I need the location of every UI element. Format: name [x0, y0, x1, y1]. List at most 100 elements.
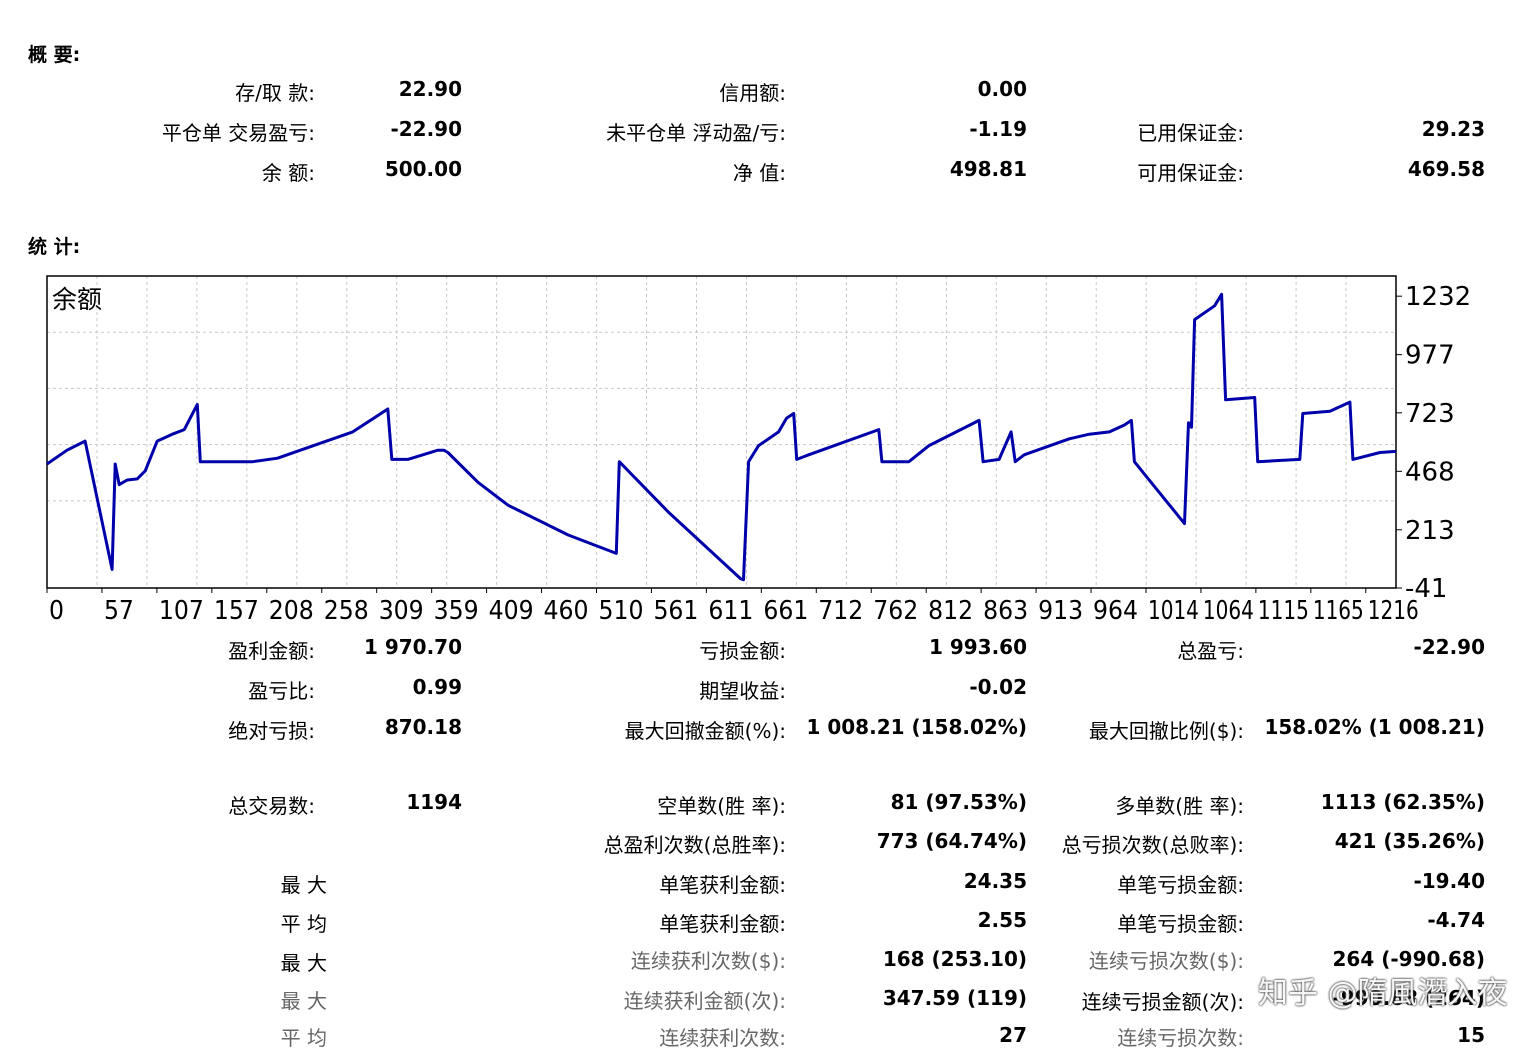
total-trades-label: 总交易数:: [228, 794, 315, 818]
x-tick-label: 510: [598, 596, 643, 620]
loss-trades-value: 421 (35.26%): [1334, 829, 1485, 853]
x-tick-label: 561: [653, 596, 698, 620]
gross-loss-label: 亏损金额:: [699, 639, 786, 663]
total-pnl-label: 总盈亏:: [1177, 639, 1244, 663]
x-tick-label: 762: [873, 596, 918, 620]
max-consecutive-wins-label: 连续获利次数($):: [630, 949, 786, 973]
chart-title: 余额: [52, 285, 102, 314]
summary-title: 概 要:: [28, 44, 81, 66]
deposit-label: 存/取 款:: [235, 81, 315, 105]
max-drawdown-value: 1 008.21 (158.02%): [806, 715, 1027, 739]
max-consecutive-wins-value: 168 (253.10): [882, 947, 1027, 971]
average-profit-trade-value: 2.55: [977, 908, 1027, 932]
y-tick-label: 468: [1405, 457, 1455, 487]
y-tick-label: 723: [1405, 399, 1455, 429]
x-tick-label: 460: [544, 596, 589, 620]
closed-pnl-value: -22.90: [390, 117, 462, 141]
largest-loss-trade-label: 单笔亏损金额:: [1117, 873, 1244, 897]
profit-trades-label: 总盈利次数(总胜率):: [603, 833, 786, 857]
x-tick-label: 359: [434, 596, 479, 620]
average-loss-trade-label: 单笔亏损金额:: [1117, 912, 1244, 936]
x-tick-label: 964: [1093, 596, 1138, 620]
balance-label: 余 额:: [261, 161, 315, 185]
x-tick-label: 1064: [1203, 596, 1254, 620]
x-tick-label: 309: [379, 596, 424, 620]
equity-label: 净 值:: [732, 161, 786, 185]
watermark: 知乎 @隋風潛入夜: [1258, 976, 1508, 1011]
x-tick-label: 1115: [1258, 596, 1309, 620]
profit-trades-value: 773 (64.74%): [876, 829, 1027, 853]
x-tick-label: 208: [269, 596, 314, 620]
x-tick-label: 661: [763, 596, 808, 620]
total-pnl-value: -22.90: [1413, 635, 1485, 659]
average-consecutive-losses-value: 15: [1457, 1023, 1485, 1047]
y-axis: -412134687239771232: [1396, 282, 1471, 604]
max-consecutive-losses-label: 连续亏损次数($):: [1088, 949, 1244, 973]
x-tick-label: 1216: [1368, 596, 1419, 620]
average-consecutive-wins-label: 连续获利次数:: [659, 1026, 786, 1050]
max-consecutive-amount-side-label: 最 大: [280, 989, 327, 1013]
gross-profit-value: 1 970.70: [363, 635, 462, 659]
y-tick-label: 213: [1405, 516, 1455, 546]
balance-series-line: [46, 292, 1397, 582]
x-tick-label: 812: [928, 596, 973, 620]
short-positions-value: 81 (97.53%): [890, 790, 1027, 814]
stats-title: 统 计:: [28, 236, 81, 258]
gross-loss-value: 1 993.60: [928, 635, 1027, 659]
y-tick-label: 977: [1405, 341, 1455, 371]
used-margin-value: 29.23: [1421, 117, 1485, 141]
largest-side-label: 最 大: [280, 873, 327, 897]
x-tick-label: 258: [324, 596, 369, 620]
largest-profit-trade-label: 单笔获利金额:: [659, 873, 786, 897]
x-tick-label: 611: [708, 596, 753, 620]
x-tick-label: 712: [818, 596, 863, 620]
balance-chart: 余额 -41 213 468 723 977 1232 0 57 107 157 208 258 30…: [0, 270, 1533, 626]
total-trades-value: 1194: [406, 790, 462, 814]
credit-value: 0.00: [977, 77, 1027, 101]
loss-trades-label: 总亏损次数(总败率):: [1061, 833, 1244, 857]
y-tick-label: 1232: [1405, 282, 1471, 312]
long-positions-value: 1113 (62.35%): [1320, 790, 1485, 814]
x-tick-label: 157: [214, 596, 259, 620]
equity-value: 498.81: [949, 157, 1027, 181]
x-tick-label: 0: [49, 596, 64, 620]
x-tick-label: 1165: [1313, 596, 1364, 620]
x-tick-label: 107: [159, 596, 204, 620]
relative-drawdown-value: 158.02% (1 008.21): [1264, 715, 1485, 739]
profit-factor-value: 0.99: [412, 675, 462, 699]
absolute-drawdown-value: 870.18: [384, 715, 462, 739]
closed-pnl-label: 平仓单 交易盈亏:: [161, 121, 315, 145]
x-tick-label: 913: [1038, 596, 1083, 620]
x-tick-label: 863: [983, 596, 1028, 620]
average-loss-trade-value: -4.74: [1427, 908, 1485, 932]
long-positions-label: 多单数(胜 率):: [1115, 794, 1244, 818]
relative-drawdown-label: 最大回撤比例($):: [1088, 719, 1244, 743]
x-axis: 0 57 107 157 208 258 309 359 409 460 510 561 611 661 7…: [46, 588, 1419, 626]
floating-pnl-value: -1.19: [969, 117, 1027, 141]
balance-chart-svg: 余额 -412134687239771232 0 57 107 157 208 258 30…: [46, 275, 1471, 626]
largest-loss-trade-value: -19.40: [1413, 869, 1485, 893]
balance-value: 500.00: [384, 157, 462, 181]
max-drawdown-label: 最大回撤金额(%):: [624, 719, 786, 743]
average-consecutive-side-label: 平 均: [280, 1026, 327, 1050]
gross-profit-label: 盈利金额:: [228, 639, 315, 663]
deposit-value: 22.90: [398, 77, 462, 101]
largest-profit-trade-value: 24.35: [963, 869, 1027, 893]
average-profit-trade-label: 单笔获利金额:: [659, 912, 786, 936]
x-tick-label: 409: [489, 596, 534, 620]
used-margin-label: 已用保证金:: [1137, 121, 1244, 145]
floating-pnl-label: 未平仓单 浮动盈/亏:: [606, 121, 786, 145]
average-consecutive-wins-value: 27: [999, 1023, 1027, 1047]
absolute-drawdown-label: 绝对亏损:: [228, 719, 315, 743]
x-tick-label: 1014: [1148, 596, 1199, 620]
max-consecutive-profit-value: 347.59 (119): [882, 986, 1027, 1010]
free-margin-value: 469.58: [1407, 157, 1485, 181]
average-consecutive-losses-label: 连续亏损次数:: [1117, 1026, 1244, 1050]
average-side-label: 平 均: [280, 912, 327, 936]
expected-payoff-value: -0.02: [969, 675, 1027, 699]
profit-factor-label: 盈亏比:: [248, 679, 315, 703]
credit-label: 信用额:: [719, 81, 786, 105]
expected-payoff-label: 期望收益:: [699, 679, 786, 703]
max-consecutive-side-label: 最 大: [280, 951, 327, 975]
max-consecutive-profit-label: 连续获利金额(次):: [623, 989, 786, 1013]
